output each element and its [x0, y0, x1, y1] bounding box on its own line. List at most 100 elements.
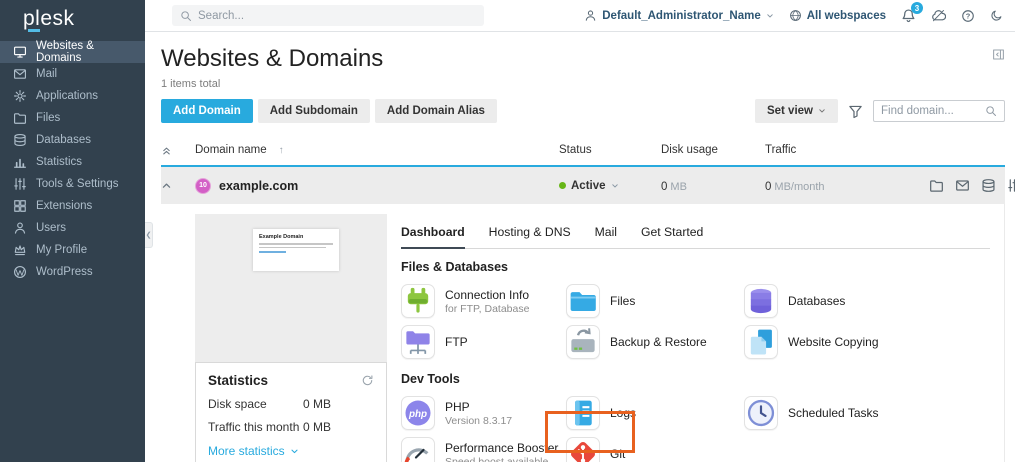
sidebar-item-wordpress[interactable]: WordPress [0, 261, 145, 283]
domain-favicon-badge: 10 [195, 178, 211, 194]
notifications-button[interactable]: 3 [901, 8, 916, 23]
column-domain-name[interactable]: Domain name ↑ [195, 144, 559, 156]
copy-icon [744, 325, 778, 359]
add-subdomain-button[interactable]: Add Subdomain [258, 99, 370, 123]
sidebar-item-websites-domains[interactable]: Websites & Domains [0, 41, 145, 63]
tile-label: Website Copying [788, 335, 879, 349]
database-icon[interactable] [981, 178, 996, 193]
set-view-button[interactable]: Set view [755, 99, 838, 123]
dashboard-column: Dashboard Hosting & DNS Mail Get Started Fi… [387, 214, 1004, 462]
global-search[interactable] [172, 5, 484, 26]
filter-funnel-icon[interactable] [848, 104, 863, 119]
site-preview-card: Example Domain [253, 229, 339, 271]
tab-hosting-dns[interactable]: Hosting & DNS [489, 222, 571, 248]
sidebar-item-label: Extensions [36, 200, 92, 212]
statistics-row: Disk space0 MB [208, 397, 374, 411]
plug-icon [401, 284, 435, 318]
tile-logs[interactable]: Logs [566, 394, 744, 432]
sidebar-item-statistics[interactable]: Statistics [0, 151, 145, 173]
tile-label: Files [610, 294, 635, 308]
mail-icon[interactable] [955, 178, 970, 193]
sidebar-item-files[interactable]: Files [0, 107, 145, 129]
help-button[interactable]: ? [961, 9, 975, 23]
svg-text:php: php [408, 409, 427, 420]
domain-name-link[interactable]: example.com [219, 179, 298, 193]
row-collapse-icon[interactable] [161, 180, 172, 191]
folder-icon[interactable] [929, 178, 944, 193]
tile-connection-info[interactable]: Connection Infofor FTP, Database [401, 282, 566, 320]
tile-label: FTP [445, 335, 468, 349]
add-domain-button[interactable]: Add Domain [161, 99, 253, 123]
tile-sublabel: for FTP, Database [445, 303, 529, 315]
topbar: Default_Administrator_Name All webspaces… [145, 0, 1015, 32]
sidebar-item-mail[interactable]: Mail [0, 63, 145, 85]
folder-icon [13, 111, 27, 125]
tile-ftp[interactable]: FTP [401, 323, 566, 361]
collapse-panel-icon[interactable] [992, 48, 1005, 61]
workspaces-menu[interactable]: All webspaces [789, 9, 886, 22]
collapse-all-icon[interactable] [161, 145, 172, 156]
sidebar-collapse-handle[interactable]: ❮ [145, 222, 153, 248]
column-traffic[interactable]: Traffic [765, 144, 929, 156]
db-tile-icon [744, 284, 778, 318]
section-title: Files & Databases [401, 260, 990, 274]
plesk-app: plesk Websites & DomainsMailApplications… [0, 0, 1015, 462]
sidebar-item-extensions[interactable]: Extensions [0, 195, 145, 217]
tab-dashboard[interactable]: Dashboard [401, 222, 465, 249]
refresh-icon[interactable] [361, 374, 374, 387]
monitor-icon [13, 45, 27, 59]
chevron-down-icon [766, 12, 774, 20]
tile-git[interactable]: Git [566, 435, 744, 462]
sliders-icon[interactable] [1007, 178, 1015, 193]
sidebar-item-applications[interactable]: Applications [0, 85, 145, 107]
folder-files-icon [566, 284, 600, 318]
tile-backup-restore[interactable]: Backup & Restore [566, 323, 744, 361]
tile-sublabel: Speed boost available [445, 456, 558, 462]
sidebar-item-label: Statistics [36, 156, 82, 168]
tile-files[interactable]: Files [566, 282, 744, 320]
tile-label: Logs [610, 406, 636, 420]
tab-get-started[interactable]: Get Started [641, 222, 703, 248]
plesk-logo[interactable]: plesk [0, 0, 145, 41]
search-icon [180, 10, 192, 22]
column-status[interactable]: Status [559, 144, 661, 156]
column-disk-usage[interactable]: Disk usage [661, 144, 765, 156]
more-statistics-link[interactable]: More statistics [208, 444, 374, 458]
site-preview-thumbnail[interactable]: Example Domain [195, 214, 387, 362]
tile-php[interactable]: phpPHPVersion 8.3.17 [401, 394, 566, 432]
mail-icon [13, 67, 27, 81]
global-search-input[interactable] [198, 10, 476, 22]
preview-title: Example Domain [259, 234, 333, 240]
dark-mode-toggle[interactable] [990, 9, 1003, 22]
statistics-row: Traffic this month0 MB [208, 420, 374, 434]
tile-sublabel: Version 8.3.17 [445, 415, 512, 427]
find-domain-box[interactable] [873, 100, 1005, 122]
tile-databases[interactable]: Databases [744, 282, 990, 320]
add-domain-alias-button[interactable]: Add Domain Alias [375, 99, 497, 123]
main-content: Websites & Domains 1 items total Add Dom… [145, 32, 1015, 462]
tab-mail[interactable]: Mail [595, 222, 617, 248]
items-total: 1 items total [161, 78, 1005, 90]
sidebar-item-users[interactable]: Users [0, 217, 145, 239]
status-dot-icon [559, 182, 566, 189]
find-domain-input[interactable] [881, 105, 981, 117]
gauge-icon [401, 437, 435, 462]
statistics-card: Statistics Disk space0 MBTraffic this mo… [195, 362, 387, 462]
gear-icon [13, 89, 27, 103]
sidebar: plesk Websites & DomainsMailApplications… [0, 0, 145, 462]
cloud-sync-button[interactable] [931, 8, 946, 23]
tile-website-copying[interactable]: Website Copying [744, 323, 990, 361]
sidebar-item-databases[interactable]: Databases [0, 129, 145, 151]
tile-performance-booster[interactable]: Performance BoosterSpeed boost available [401, 435, 566, 462]
user-menu[interactable]: Default_Administrator_Name [584, 9, 773, 22]
tile-scheduled-tasks[interactable]: Scheduled Tasks [744, 394, 990, 432]
sidebar-item-tools-settings[interactable]: Tools & Settings [0, 173, 145, 195]
sidebar-item-label: Users [36, 222, 66, 234]
tile-label: Databases [788, 294, 845, 308]
backup-icon [566, 325, 600, 359]
sidebar-item-my-profile[interactable]: My Profile [0, 239, 145, 261]
workspaces-label: All webspaces [807, 10, 886, 22]
status-dropdown[interactable]: Active [559, 180, 661, 192]
moon-icon [990, 9, 1003, 22]
more-statistics-label: More statistics [208, 444, 285, 458]
